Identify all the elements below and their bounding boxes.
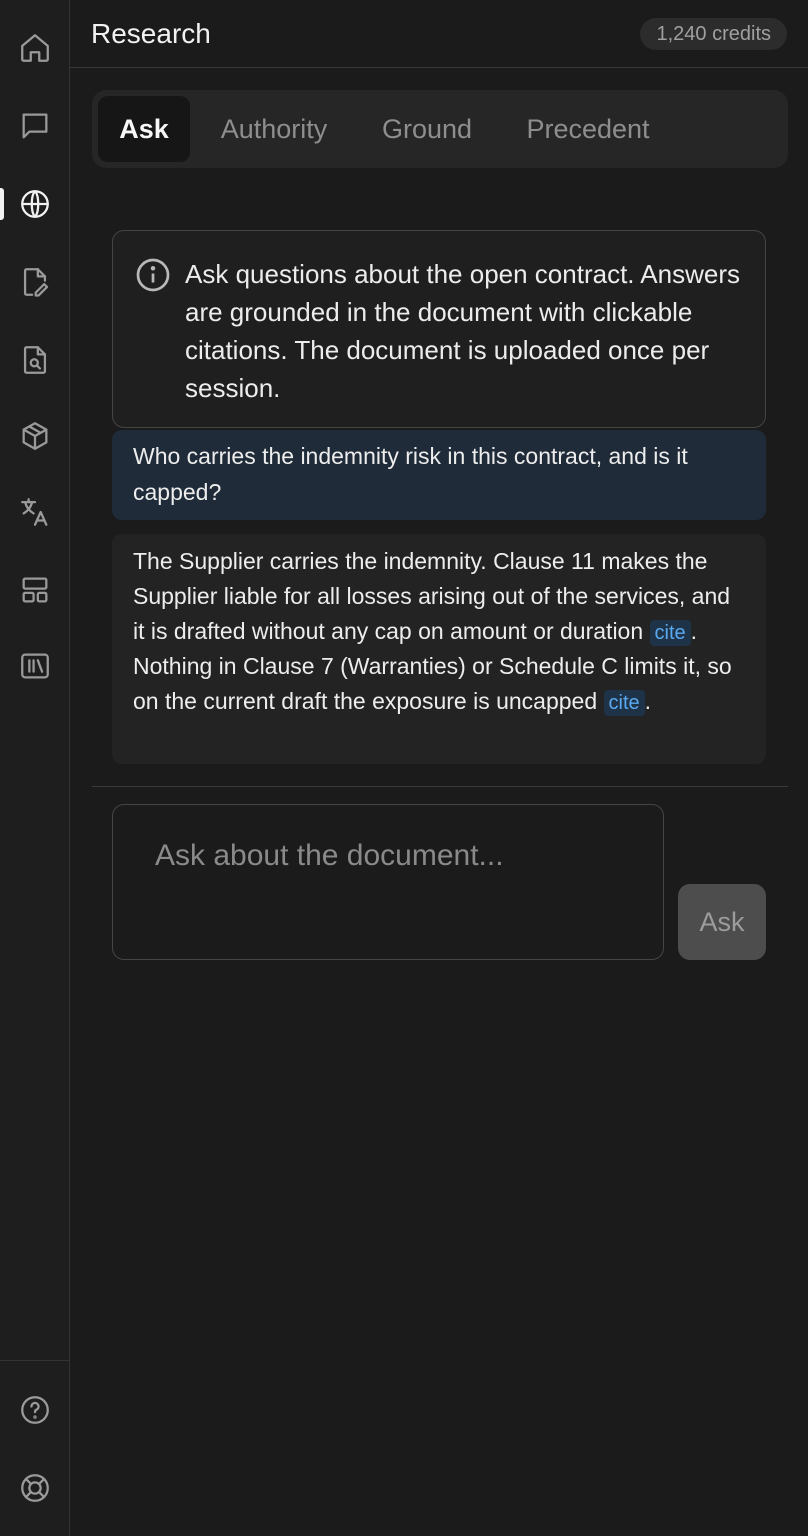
tab-ground[interactable]: Ground xyxy=(368,96,486,162)
sidebar-item-draft[interactable] xyxy=(0,254,70,310)
sidebar-item-help[interactable] xyxy=(0,1382,70,1438)
support-icon xyxy=(21,1474,49,1502)
credits-badge: 1,240 credits xyxy=(640,18,787,50)
chat-icon xyxy=(22,113,48,139)
app-root: Research 1,240 credits Ask Authority Gro… xyxy=(0,0,808,1536)
library-icon xyxy=(21,653,49,679)
translate-icon xyxy=(21,498,48,526)
info-icon xyxy=(135,257,171,293)
tab-authority[interactable]: Authority xyxy=(204,96,344,162)
citation-link-2[interactable]: cite xyxy=(603,689,645,716)
sidebar-item-chat[interactable] xyxy=(0,98,70,154)
sidebar-item-library[interactable] xyxy=(0,638,70,694)
ask-input[interactable] xyxy=(112,804,664,960)
file-search-icon xyxy=(23,346,47,374)
globe-icon xyxy=(21,190,49,218)
sidebar-item-research[interactable] xyxy=(0,176,70,232)
sidebar xyxy=(0,0,70,1536)
user-message: Who carries the indemnity risk in this c… xyxy=(112,430,766,520)
sidebar-item-review[interactable] xyxy=(0,332,70,388)
assistant-text-part3: . xyxy=(644,688,652,714)
home-icon xyxy=(21,34,49,62)
help-icon xyxy=(21,1396,49,1424)
content-divider xyxy=(92,786,788,787)
file-edit-icon xyxy=(23,268,49,297)
citation-link-1[interactable]: cite xyxy=(649,619,691,646)
assistant-text-part1: The Supplier carries the indemnity. Clau… xyxy=(133,548,731,644)
cube-icon xyxy=(22,422,48,450)
sidebar-item-home[interactable] xyxy=(0,20,70,76)
header: Research 1,240 credits xyxy=(70,0,808,68)
info-text: Ask questions about the open contract. A… xyxy=(185,259,741,403)
page-title: Research xyxy=(91,18,211,49)
tab-bar: Ask Authority Ground Precedent xyxy=(92,90,788,168)
info-notice: Ask questions about the open contract. A… xyxy=(112,230,766,428)
layout-icon xyxy=(22,577,48,603)
sidebar-item-templates[interactable] xyxy=(0,562,70,618)
sidebar-item-models[interactable] xyxy=(0,408,70,464)
sidebar-item-support[interactable] xyxy=(0,1460,70,1516)
tab-ask[interactable]: Ask xyxy=(98,96,190,162)
assistant-message: The Supplier carries the indemnity. Clau… xyxy=(112,534,766,764)
ask-button[interactable]: Ask xyxy=(678,884,766,960)
tab-precedent[interactable]: Precedent xyxy=(512,96,664,162)
sidebar-item-translate[interactable] xyxy=(0,484,70,540)
sidebar-divider xyxy=(0,1360,70,1361)
